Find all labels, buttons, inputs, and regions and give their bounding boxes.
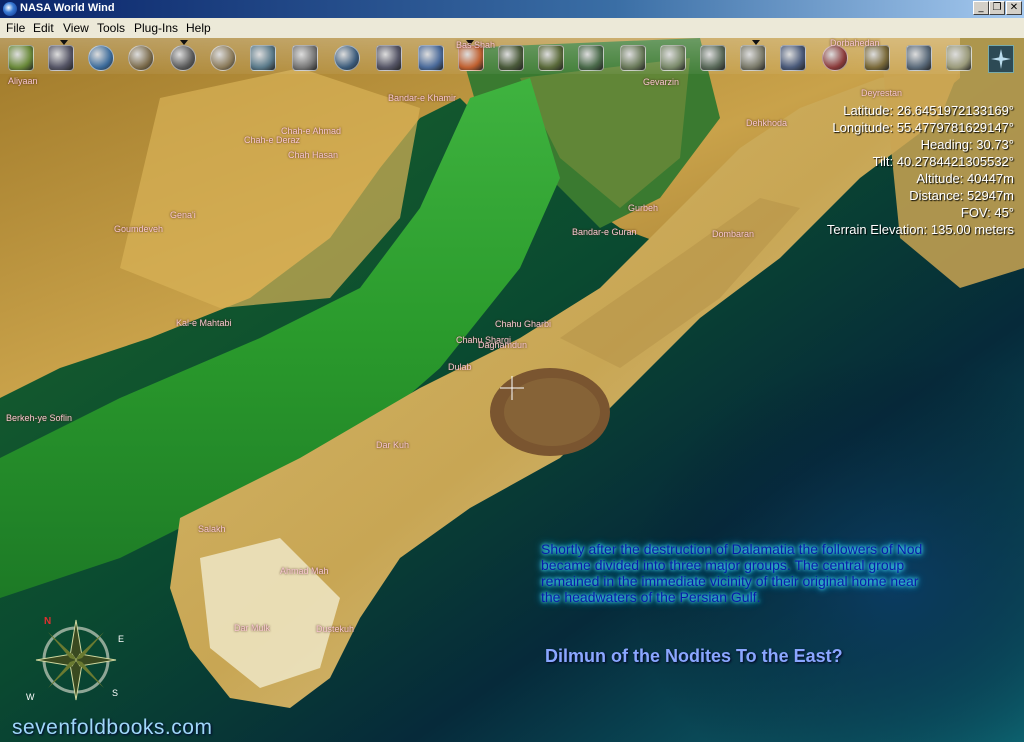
place-label: Dar Mulk — [234, 623, 271, 633]
menu-plugins[interactable]: Plug-Ins — [134, 21, 178, 35]
menu-file[interactable]: File — [6, 21, 25, 35]
community-icon[interactable] — [946, 45, 972, 71]
place-label: Dustekuh — [316, 624, 355, 634]
satellite-icon[interactable] — [376, 45, 402, 71]
place-label: Bas Shah — [456, 40, 496, 50]
imagery-icon[interactable] — [700, 45, 726, 71]
fov-readout: FOV: 45° — [960, 205, 1014, 220]
place-label: Aliyaan — [8, 76, 38, 86]
headline-text: Dilmun of the Nodites To the East? — [545, 646, 843, 666]
place-label: Salakh — [198, 524, 226, 534]
altitude-readout: Altitude: 40447m — [916, 171, 1014, 186]
tilt-readout: Tilt: 40.2784421305532° — [872, 154, 1014, 169]
latitude-readout: Latitude: 26.6451972133169° — [843, 103, 1014, 118]
place-label: Dulab — [448, 362, 472, 372]
imagery-icon[interactable] — [780, 45, 806, 71]
place-label: Goumdeveh — [114, 224, 164, 234]
compass-rose-icon[interactable]: N E S W — [26, 610, 136, 710]
title-bar: NASA World Wind _ ❐ ✕ — [0, 0, 1024, 18]
place-label: Dorbahedan — [830, 38, 880, 48]
globe-search-icon[interactable] — [822, 45, 848, 71]
grid-icon[interactable] — [48, 45, 74, 71]
terrain-elevation-readout: Terrain Elevation: 135.00 meters — [826, 222, 1014, 237]
menu-view[interactable]: View — [63, 21, 89, 35]
compass-icon[interactable] — [988, 45, 1014, 73]
imagery-icon[interactable] — [538, 45, 564, 71]
place-label: Dar Kuh — [376, 440, 410, 450]
close-button[interactable]: ✕ — [1006, 1, 1022, 15]
place-label: Kal-e Mahtabi — [176, 318, 232, 328]
maximize-button[interactable]: ❐ — [989, 1, 1005, 15]
place-label: Deyrestan — [861, 88, 903, 98]
planet-icon[interactable] — [170, 45, 196, 71]
chevron-down-icon[interactable] — [60, 40, 68, 45]
imagery-icon[interactable] — [740, 45, 766, 71]
colormap-icon[interactable] — [498, 45, 524, 71]
watermark: sevenfoldbooks.com — [12, 716, 213, 739]
place-label: Gevarzin — [643, 77, 680, 87]
minimize-button[interactable]: _ — [973, 1, 989, 15]
place-label: Chahu Gharbi — [495, 319, 552, 329]
chevron-down-icon[interactable] — [752, 40, 760, 45]
longitude-readout: Longitude: 55.4779781629147° — [832, 120, 1014, 135]
place-label: Daghamdun — [478, 340, 528, 350]
planet-icon[interactable] — [128, 45, 154, 71]
place-label: Bandar-e Khamir — [388, 93, 457, 103]
nasa-logo-icon — [3, 2, 17, 16]
flag-map-icon[interactable] — [864, 45, 890, 71]
menu-bar: File Edit View Tools Plug-Ins Help — [0, 18, 1024, 39]
place-label: Dombaran — [712, 229, 755, 239]
imagery-icon[interactable] — [578, 45, 604, 71]
menu-edit[interactable]: Edit — [33, 21, 54, 35]
place-label: Dehkhoda — [746, 118, 788, 128]
place-label: Bandar-e Guran — [572, 227, 637, 237]
place-label: Gena'i — [170, 210, 196, 220]
magnifier-icon[interactable] — [292, 45, 318, 71]
compass-w: W — [26, 692, 35, 702]
crosshair-icon — [500, 376, 524, 400]
place-label: Chah-e Deraz — [244, 135, 301, 145]
terrain-icon[interactable] — [250, 45, 276, 71]
imagery-icon[interactable] — [620, 45, 646, 71]
landsat-icon[interactable] — [418, 45, 444, 71]
flag-map-icon[interactable] — [906, 45, 932, 71]
imagery-icon[interactable] — [660, 45, 686, 71]
story-text: Shortly after the destruction of Dalamat… — [541, 541, 923, 605]
window-title: NASA World Wind — [20, 2, 115, 14]
place-label: Berkeh-ye Soflin — [6, 413, 73, 423]
layers-icon[interactable] — [8, 45, 34, 71]
compass-e: E — [118, 634, 124, 644]
globe-wireframe-icon[interactable] — [88, 45, 114, 71]
globe-icon[interactable] — [334, 45, 360, 71]
menu-help[interactable]: Help — [186, 21, 211, 35]
distance-readout: Distance: 52947m — [909, 188, 1014, 203]
place-label: Ahmad Mah — [280, 566, 329, 576]
heading-readout: Heading: 30.73° — [920, 137, 1014, 152]
menu-tools[interactable]: Tools — [97, 21, 125, 35]
chevron-down-icon[interactable] — [180, 40, 188, 45]
compass-n: N — [44, 616, 51, 627]
place-label: Gurbeh — [628, 203, 659, 213]
crosshair-icon[interactable] — [210, 45, 236, 71]
place-label: Chah Hasan — [288, 150, 339, 160]
compass-s: S — [112, 688, 118, 698]
